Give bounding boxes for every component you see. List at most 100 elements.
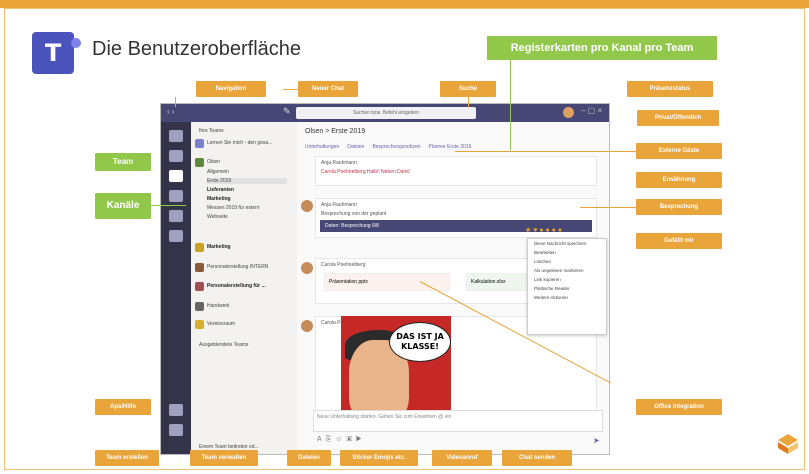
tab-planner[interactable]: Planner Erste 2019: [429, 144, 472, 150]
team-item[interactable]: Personalerstellung für ...: [207, 283, 266, 289]
channel-item[interactable]: Messen 2019 für extern: [207, 205, 260, 211]
files-icon[interactable]: [169, 230, 183, 242]
meet-icon[interactable]: ▶: [356, 436, 366, 443]
teams-screenshot: ‹ › ✎ Suchen bzw. Befehl eingeben – ▢ × …: [160, 103, 610, 455]
callout-navigation: Navigation: [196, 81, 266, 97]
new-chat-icon[interactable]: ✎: [283, 106, 291, 117]
channel-item[interactable]: Lieferanten: [207, 187, 234, 193]
team-item[interactable]: Lernen Sie mich - den gesa...: [207, 140, 272, 146]
tab-conversations[interactable]: Unterhaltungen: [305, 144, 339, 150]
message-author: Anja Rauhmann: [321, 202, 357, 208]
sticker-icon[interactable]: ▣: [346, 436, 355, 443]
callout-create-team: Team erstellen: [95, 450, 159, 466]
callout-files: Dateien: [287, 450, 331, 466]
callout-guests: Externe Gäste: [636, 143, 722, 159]
message-text: Besprechung von der geplant: [321, 211, 387, 217]
team-list: Ihre Teams Lernen Sie mich - den gesa...…: [191, 122, 298, 454]
teams-title-bar: ‹ › ✎ Suchen bzw. Befehl eingeben – ▢ ×: [161, 104, 609, 122]
menu-item-reader[interactable]: Plattische Reader: [528, 284, 606, 293]
compose-box[interactable]: Neue Unterhaltung starten. Geben Sie zum…: [313, 410, 603, 432]
tab-files[interactable]: Dateien: [347, 144, 364, 150]
team-item[interactable]: Vereinsraum: [207, 321, 235, 327]
channel-header: Olsen > Erste 2019: [305, 128, 366, 135]
format-icon[interactable]: A: [317, 436, 326, 443]
callout-meeting: Besprechung: [636, 199, 722, 215]
channel-item[interactable]: Webseite: [207, 214, 228, 220]
callout-team: Team: [95, 153, 151, 171]
help-icon[interactable]: [169, 424, 183, 436]
team-avatar-icon: [195, 243, 204, 252]
callout-tabs: Registerkarten pro Kanal pro Team: [487, 36, 717, 60]
menu-item-copy-link[interactable]: Link kopieren: [528, 275, 606, 284]
callout-like: Gefällt mir: [636, 233, 722, 249]
team-avatar-icon: [195, 282, 204, 291]
avatar[interactable]: [563, 107, 574, 118]
callout-apps: Aps/Hilfe: [95, 399, 151, 415]
avatar[interactable]: [301, 200, 313, 212]
message-card: Anja Rauhmann Carola Poehnelberg Hallo! …: [315, 156, 597, 186]
teams-logo-icon: T: [32, 32, 81, 74]
channel-item-active[interactable]: Erste 2019: [207, 178, 287, 184]
callout-send: Chat senden: [502, 450, 572, 466]
team-item[interactable]: Marketing: [207, 244, 231, 250]
back-arrow-icon[interactable]: ‹ ›: [167, 107, 175, 116]
menu-item-unread[interactable]: Als ungelesen markieren: [528, 266, 606, 275]
callout-line: [455, 151, 636, 152]
team-item-olsen[interactable]: Olsen: [207, 159, 220, 165]
callout-channels: Kanäle: [95, 193, 151, 219]
calendar-icon[interactable]: [169, 190, 183, 202]
callout-line: [580, 207, 636, 208]
callout-mention: Erwähnung: [636, 172, 722, 188]
callout-new-chat: Neuer Chat: [298, 81, 358, 97]
app-rail: [161, 122, 191, 454]
channel-item[interactable]: Marketing: [207, 196, 231, 202]
reaction-bar[interactable]: ★ ♥ ● ● ● ●: [525, 226, 562, 234]
menu-item-more[interactable]: Weitere Aktionen: [528, 293, 606, 302]
activity-icon[interactable]: [169, 130, 183, 142]
avatar[interactable]: [301, 320, 313, 332]
team-avatar-icon: [195, 320, 204, 329]
send-icon[interactable]: ➤: [593, 436, 600, 445]
emoji-icon[interactable]: ☺: [335, 436, 346, 443]
avatar[interactable]: [301, 262, 313, 274]
callout-search: Suche: [440, 81, 496, 97]
callout-line: [468, 97, 469, 107]
message-context-menu: Diese Nachricht speichern Bearbeiten Lös…: [527, 238, 607, 335]
callout-manage-team: Team verwalten: [190, 450, 258, 466]
calls-icon[interactable]: [169, 210, 183, 222]
callout-line: [151, 205, 186, 206]
callout-presence: Präsenzstatus: [627, 81, 713, 97]
callout-line: [283, 89, 298, 90]
company-logo-icon: [778, 434, 798, 454]
menu-item-delete[interactable]: Löschen: [528, 257, 606, 266]
apps-icon[interactable]: [169, 404, 183, 416]
team-avatar-icon: [195, 158, 204, 167]
window-controls-icon[interactable]: – ▢ ×: [581, 106, 602, 115]
menu-item-save[interactable]: Diese Nachricht speichern: [528, 239, 606, 248]
chat-icon[interactable]: [169, 150, 183, 162]
search-input[interactable]: Suchen bzw. Befehl eingeben: [296, 107, 476, 119]
teams-icon[interactable]: [169, 170, 183, 182]
callout-line: [175, 97, 176, 107]
slide-top-border: [0, 0, 809, 8]
team-avatar-icon: [195, 302, 204, 311]
callout-line: [510, 60, 511, 150]
message-text: Carola Poehnelberg Hallo! Neben Dank!: [321, 169, 411, 175]
callout-sticker: Sticker Emojis etc.: [340, 450, 418, 466]
team-item[interactable]: Handwerk: [207, 303, 230, 309]
tab-notes[interactable]: Besprechungsnotizen: [372, 144, 420, 150]
channel-tabs: Unterhaltungen Dateien Besprechungsnotiz…: [305, 144, 471, 150]
comic-speech-bubble: DAS IST JA KLASSE!: [389, 322, 451, 362]
team-item[interactable]: Personalerstellung INTERN: [207, 264, 268, 270]
callout-video: Videoanruf: [432, 450, 492, 466]
team-list-header: Ihre Teams: [199, 128, 224, 134]
team-avatar-icon: [195, 139, 204, 148]
comic-image: DAS IST JA KLASSE!: [341, 316, 451, 422]
attach-icon[interactable]: ⎘: [326, 436, 336, 443]
hidden-teams-link[interactable]: Ausgeblendete Teams: [199, 342, 248, 348]
callout-privacy: Privat/Öffentlich: [637, 110, 719, 126]
slide-title: Die Benutzeroberfläche: [92, 38, 302, 60]
team-avatar-icon: [195, 263, 204, 272]
channel-item[interactable]: Allgemein: [207, 169, 229, 175]
menu-item-edit[interactable]: Bearbeiten: [528, 248, 606, 257]
